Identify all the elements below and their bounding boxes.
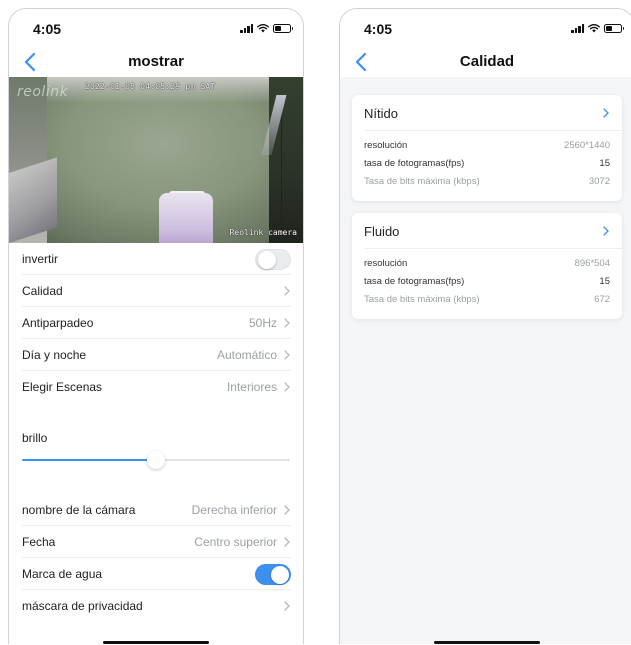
spec-value: 2560*1440 (564, 140, 610, 151)
setting-label: Marca de agua (22, 567, 103, 581)
chevron-right-icon (603, 108, 609, 118)
nav-bar: Calidad (340, 47, 631, 77)
cellular-signal-icon (571, 23, 584, 33)
setting-label: Calidad (22, 284, 63, 298)
setting-label: nombre de la cámara (22, 503, 136, 517)
setting-value: 50Hz (248, 316, 277, 330)
spec-row: Tasa de bits máxima (kbps) 3072 (364, 173, 610, 191)
setting-brightness: brillo (22, 425, 291, 449)
status-time: 4:05 (364, 21, 393, 37)
battery-icon (273, 23, 293, 33)
spec-row: tasa de fotogramas(fps) 15 (364, 273, 610, 291)
spec-label: Tasa de bits máxima (kbps) (364, 294, 480, 305)
setting-label: Día y noche (22, 348, 87, 362)
status-time: 4:05 (33, 21, 62, 37)
brightness-slider-fill (22, 459, 156, 461)
status-bar: 4:05 (340, 9, 631, 45)
camera-name-overlay: Reolink camera (229, 228, 297, 237)
spec-value: 896*504 (574, 258, 610, 269)
spec-label: tasa de fotogramas(fps) (364, 276, 465, 287)
setting-label: Antiparpadeo (22, 316, 94, 330)
chevron-right-icon (284, 286, 290, 296)
chevron-right-icon (284, 318, 290, 328)
battery-icon (604, 23, 624, 33)
status-icons (240, 23, 293, 33)
quality-profile-card[interactable]: Fluido resolución 896*504 tasa de fotogr… (352, 213, 622, 319)
status-icons (571, 23, 624, 33)
chevron-right-icon (284, 382, 290, 392)
chevron-right-icon (603, 226, 609, 236)
spec-row: Tasa de bits máxima (kbps) 672 (364, 291, 610, 309)
profile-name: Fluido (364, 224, 400, 239)
setting-scenes[interactable]: Elegir Escenas Interiores (22, 371, 291, 403)
spec-label: resolución (364, 258, 408, 269)
card-header: Fluido (364, 213, 622, 249)
camera-scene-object (159, 193, 213, 243)
setting-value: Derecha inferior (191, 503, 277, 517)
quality-profile-card[interactable]: Nítido resolución 2560*1440 tasa de foto… (352, 95, 622, 201)
setting-invert: invertir (22, 243, 291, 275)
display-settings-screen: 4:05 mostrar reolink 2022-01-08 04:05:29… (8, 8, 304, 644)
watermark-toggle[interactable] (255, 564, 291, 585)
home-indicator (103, 641, 209, 644)
setting-camera-name[interactable]: nombre de la cámara Derecha inferior (22, 494, 291, 526)
camera-preview[interactable]: reolink 2022-01-08 04:05:29 pm SAT Reoli… (9, 77, 303, 243)
brightness-slider[interactable] (22, 451, 290, 469)
page-title: Calidad (459, 53, 515, 70)
card-header: Nítido (364, 95, 622, 131)
chevron-right-icon (284, 505, 290, 515)
chevron-right-icon (284, 537, 290, 547)
setting-label: máscara de privacidad (22, 599, 143, 613)
setting-date[interactable]: Fecha Centro superior (22, 526, 291, 558)
wifi-icon (257, 23, 269, 33)
setting-label: Fecha (22, 535, 56, 549)
spec-value: 3072 (588, 176, 610, 187)
quality-screen: 4:05 Calidad Nítido resolución 2560*1440 (339, 8, 631, 644)
spec-value: 15 (599, 276, 610, 287)
setting-label: brillo (22, 431, 48, 445)
spec-value: 672 (594, 294, 610, 305)
chevron-right-icon (284, 350, 290, 360)
brightness-slider-thumb[interactable] (147, 451, 165, 469)
setting-privacy-mask[interactable]: máscara de privacidad (22, 590, 291, 622)
spec-row: resolución 2560*1440 (364, 137, 610, 155)
page-title: mostrar (128, 53, 184, 70)
spec-value: 15 (599, 158, 610, 169)
setting-quality[interactable]: Calidad (22, 275, 291, 307)
setting-value: Interiores (226, 380, 277, 394)
nav-bar: mostrar (9, 47, 303, 77)
spec-label: resolución (364, 140, 408, 151)
spec-row: resolución 896*504 (364, 255, 610, 273)
setting-antiflicker[interactable]: Antiparpadeo 50Hz (22, 307, 291, 339)
setting-day-night[interactable]: Día y noche Automático (22, 339, 291, 371)
cellular-signal-icon (240, 23, 253, 33)
profile-name: Nítido (364, 106, 398, 121)
home-indicator (434, 641, 540, 644)
setting-watermark: Marca de agua (22, 558, 291, 590)
spec-label: Tasa de bits máxima (kbps) (364, 176, 480, 187)
chevron-right-icon (284, 601, 290, 611)
spec-label: tasa de fotogramas(fps) (364, 158, 465, 169)
status-bar: 4:05 (9, 9, 303, 45)
spec-row: tasa de fotogramas(fps) 15 (364, 155, 610, 173)
setting-value: Automático (216, 348, 277, 362)
setting-label: invertir (22, 252, 59, 266)
camera-timestamp: 2022-01-08 04:05:29 pm SAT (85, 82, 216, 91)
invert-toggle[interactable] (255, 249, 291, 270)
wifi-icon (588, 23, 600, 33)
setting-value: Centro superior (194, 535, 277, 549)
reolink-logo-watermark: reolink (17, 84, 69, 100)
setting-label: Elegir Escenas (22, 380, 103, 394)
